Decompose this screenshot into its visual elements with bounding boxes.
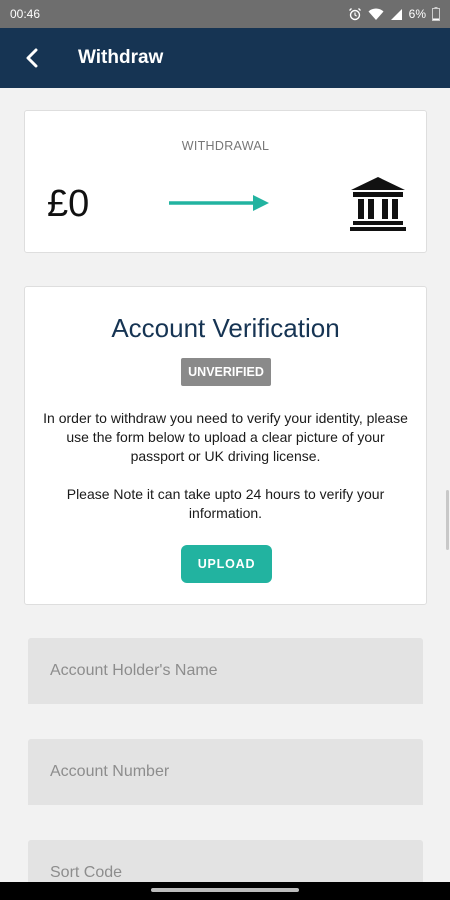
account-number-input[interactable] bbox=[28, 739, 423, 805]
app-bar: Withdraw bbox=[0, 28, 450, 88]
bank-icon bbox=[350, 177, 406, 231]
verification-card: Account Verification UNVERIFIED In order… bbox=[24, 286, 427, 605]
upload-button[interactable]: UPLOAD bbox=[181, 545, 272, 583]
status-icons: 6% bbox=[348, 7, 440, 21]
arrow-right-icon bbox=[169, 195, 269, 211]
signal-icon bbox=[390, 8, 402, 20]
wifi-icon bbox=[368, 8, 384, 20]
scrollbar[interactable] bbox=[446, 490, 449, 550]
alarm-icon bbox=[348, 8, 361, 21]
battery-icon bbox=[432, 7, 440, 21]
withdrawal-card: WITHDRAWAL £0 bbox=[24, 110, 427, 253]
chevron-left-icon bbox=[26, 48, 38, 68]
back-button[interactable] bbox=[0, 28, 64, 88]
home-gesture-handle[interactable] bbox=[151, 888, 299, 892]
verification-instructions: In order to withdraw you need to verify … bbox=[43, 410, 408, 464]
battery-percent: 6% bbox=[408, 7, 426, 21]
account-holder-input[interactable] bbox=[28, 638, 423, 704]
page-title: Withdraw bbox=[78, 47, 164, 68]
navigation-bar bbox=[0, 882, 450, 900]
account-number-field[interactable] bbox=[28, 739, 423, 805]
verification-note: Please Note it can take upto 24 hours to… bbox=[66, 486, 385, 521]
status-bar: 00:46 6% bbox=[0, 0, 450, 28]
verification-title: Account Verification bbox=[111, 313, 340, 343]
withdrawal-label: WITHDRAWAL bbox=[181, 139, 270, 153]
status-time: 00:46 bbox=[10, 7, 41, 21]
status-badge: UNVERIFIED bbox=[181, 358, 271, 386]
account-holder-field[interactable] bbox=[28, 638, 423, 704]
withdrawal-amount: £0 bbox=[47, 183, 90, 225]
